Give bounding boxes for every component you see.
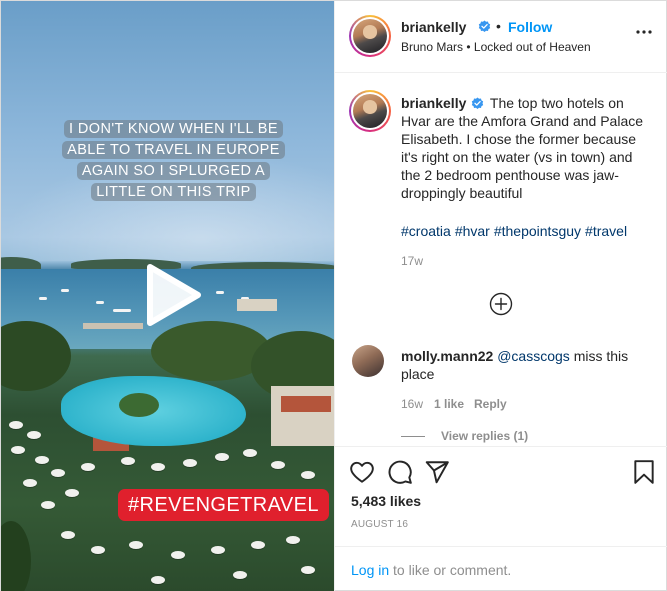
avatar-image [353,94,387,128]
umbrella [151,576,165,584]
umbrella [151,463,165,471]
post-actions: 5,483 likes AUGUST 16 [335,446,667,546]
caption-username[interactable]: briankelly [401,95,466,111]
comments-section[interactable]: briankelly The top two hotels on Hvar ar… [335,74,667,446]
bookmark-icon [634,460,654,484]
umbrella [61,531,75,539]
login-prompt: Log in to like or comment. [351,562,511,578]
post-caption: briankelly The top two hotels on Hvar ar… [401,94,655,202]
umbrella [183,459,197,467]
post-container: I DON'T KNOW WHEN I'LL BE ABLE TO TRAVEL… [0,0,667,591]
umbrella [243,449,257,457]
umbrella [121,457,135,465]
umbrella [233,571,247,579]
umbrella [251,541,265,549]
hashtag-list: #croatia #hvar #thepointsguy #travel [401,222,631,240]
umbrella [9,421,23,429]
post-header: briankelly • Follow Bruno Mars • Locked … [335,1,667,73]
umbrella [65,489,79,497]
caption-timestamp[interactable]: 17w [401,254,423,268]
comment-button[interactable] [387,459,413,485]
commenter-avatar[interactable] [352,345,384,377]
hashtag-link[interactable]: #hvar [455,223,490,239]
pier [83,323,143,329]
comment: molly.mann22 @casscogs miss this place [401,347,651,383]
reply-button[interactable]: Reply [474,397,507,411]
play-button[interactable] [140,263,204,327]
verified-badge-icon [478,20,491,33]
commenter-username[interactable]: molly.mann22 [401,348,493,364]
login-link[interactable]: Log in [351,562,389,578]
share-button[interactable] [424,459,450,485]
author-avatar[interactable] [349,15,391,57]
comment-icon [388,460,412,484]
follow-button[interactable]: Follow [508,19,552,35]
like-button[interactable] [349,459,375,485]
umbrella [271,461,285,469]
boat [61,289,69,292]
roof [281,396,331,412]
hashtag-link[interactable]: #thepointsguy [494,223,581,239]
view-replies-button[interactable]: View replies (1) [441,429,528,443]
post-date[interactable]: AUGUST 16 [351,519,408,530]
login-bar: Log in to like or comment. [335,546,667,591]
paper-plane-icon [425,461,449,484]
author-username[interactable]: briankelly [401,19,466,35]
umbrella [27,431,41,439]
avatar-image [353,19,387,53]
umbrella [81,463,95,471]
umbrella [301,566,315,574]
heart-icon [350,461,374,483]
hashtag-sticker: #REVENGETRAVEL [118,489,329,521]
building [271,386,334,446]
like-count[interactable]: 5,483 likes [351,493,421,509]
load-more-comments-icon[interactable] [489,292,513,316]
umbrella [35,456,49,464]
boat [96,301,104,304]
building [237,299,277,311]
verified-badge-icon [472,97,484,110]
save-button[interactable] [631,459,657,485]
avatar-ring-gap [351,17,389,55]
umbrella [129,541,143,549]
play-icon [147,264,201,326]
umbrella [41,501,55,509]
boat [113,309,131,312]
umbrella [301,471,315,479]
hashtag-link[interactable]: #croatia [401,223,451,239]
umbrella [51,469,65,477]
audio-track[interactable]: Bruno Mars • Locked out of Heaven [401,40,591,54]
reply-label: Reply [474,397,507,411]
comment-timestamp[interactable]: 16w [401,397,423,411]
story-text-overlay: I DON'T KNOW WHEN I'LL BE ABLE TO TRAVEL… [61,119,286,203]
boat [216,291,224,294]
caption-avatar[interactable] [349,90,391,132]
trees [1,521,31,591]
avatar-ring-gap [351,92,389,130]
replies-divider [401,436,425,437]
login-suffix: to like or comment. [389,562,512,578]
umbrella [91,546,105,554]
umbrella [11,446,25,454]
boat [39,297,47,300]
post-video[interactable]: I DON'T KNOW WHEN I'LL BE ABLE TO TRAVEL… [1,1,334,591]
separator-dot: • [496,18,501,34]
umbrella [171,551,185,559]
mention-link[interactable]: @casscogs [497,348,570,364]
umbrella [23,479,37,487]
umbrella [286,536,300,544]
umbrella [211,546,225,554]
comment-like-count-text: 1 like [434,397,465,411]
comment-like-count[interactable]: 1 like [434,397,464,411]
umbrella [215,453,229,461]
hashtag-link[interactable]: #travel [585,223,627,239]
post-details: briankelly • Follow Bruno Mars • Locked … [334,1,667,591]
pool-island [119,393,159,417]
more-options-icon[interactable] [635,29,653,35]
